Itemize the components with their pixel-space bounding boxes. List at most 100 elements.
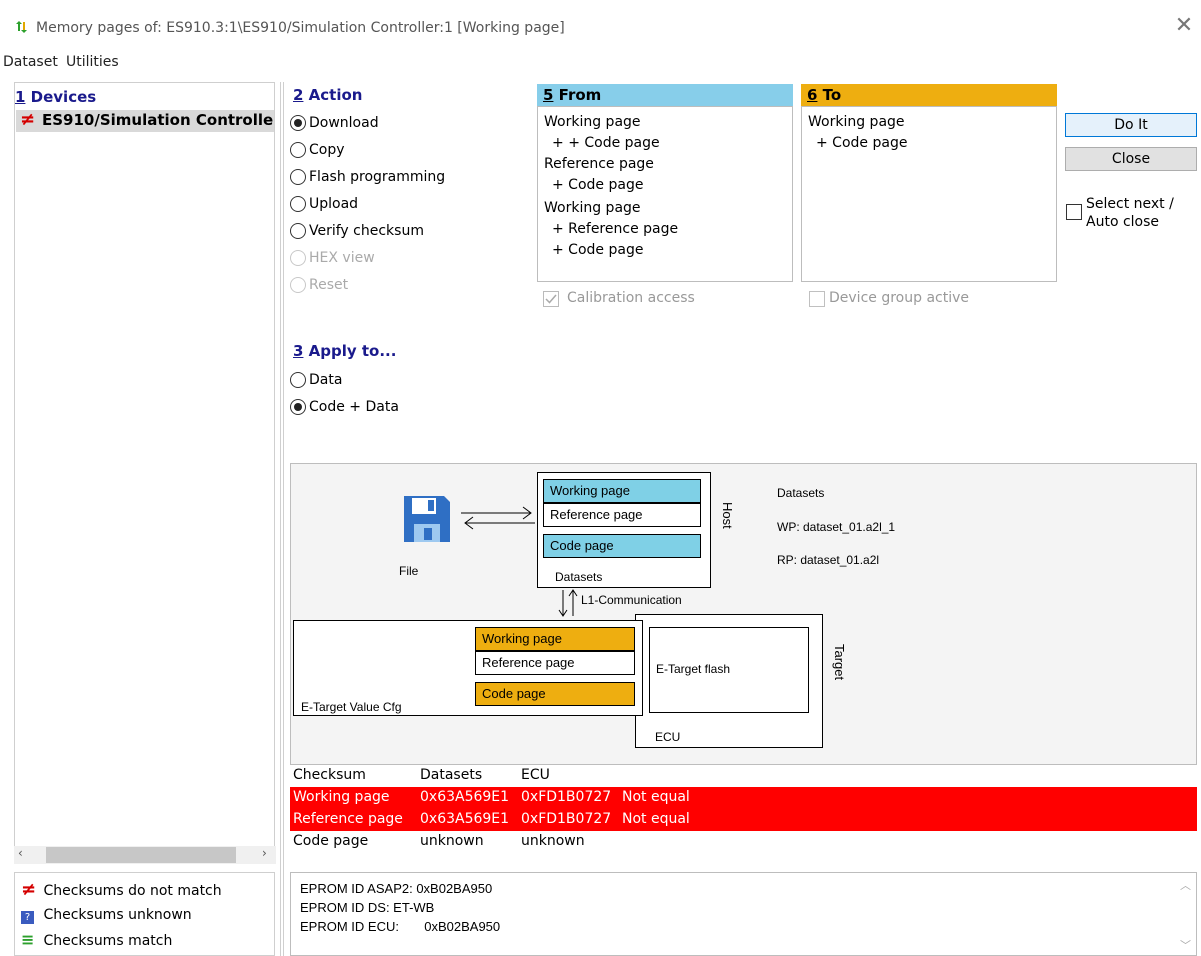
ecu-reference-page: Reference page: [475, 651, 635, 675]
menu-bar: Dataset Utilities: [0, 50, 1201, 74]
from-item[interactable]: + + Code page: [552, 135, 660, 151]
to-item[interactable]: + Code page: [816, 135, 907, 151]
action-copy-radio[interactable]: Copy: [290, 142, 345, 158]
apply-data-radio[interactable]: Data: [290, 372, 342, 388]
radio-disabled-icon: [290, 250, 306, 266]
menu-dataset[interactable]: Dataset: [3, 54, 58, 70]
col-datasets: Datasets: [420, 767, 483, 783]
radio-disabled-icon: [290, 277, 306, 293]
action-download-radio[interactable]: Download: [290, 115, 379, 131]
to-list[interactable]: Working page + Code page: [801, 106, 1057, 282]
col-checksum: Checksum: [293, 767, 366, 783]
to-heading: 6 To: [801, 84, 1057, 106]
devices-heading: 1 Devices: [15, 88, 97, 106]
action-flash-radio[interactable]: Flash programming: [290, 169, 445, 185]
apply-heading: 3 Apply to...: [293, 342, 397, 360]
datasets-title: Datasets: [777, 486, 825, 500]
communication-arrows-icon: [558, 589, 578, 617]
action-upload-radio[interactable]: Upload: [290, 196, 358, 212]
from-item[interactable]: + Reference page: [552, 221, 678, 237]
host-label: Host: [720, 502, 735, 529]
to-item[interactable]: Working page: [808, 114, 905, 130]
checksum-header-row: Checksum Datasets ECU: [290, 765, 1197, 787]
host-code-page: Code page: [543, 534, 701, 558]
radio-icon[interactable]: [290, 196, 306, 212]
table-row[interactable]: Reference page 0x63A569E1 0xFD1B0727 Not…: [290, 809, 1197, 831]
device-item[interactable]: ≠ ES910/Simulation Controller: [16, 110, 274, 132]
from-heading: 5 From: [537, 84, 793, 106]
radio-selected-icon[interactable]: [290, 399, 306, 415]
scroll-down-icon[interactable]: ﹀: [1180, 937, 1191, 953]
host-reference-page: Reference page: [543, 503, 701, 527]
checksum-legend: ≠ Checksums do not match ? Checksums unk…: [14, 872, 275, 956]
etarget-value-label: E-Target Value Cfg: [301, 700, 402, 714]
host-datasets-caption: Datasets: [555, 570, 603, 584]
apply-codedata-radio[interactable]: Code + Data: [290, 399, 399, 415]
from-item[interactable]: Reference page: [544, 156, 654, 172]
col-ecu: ECU: [521, 767, 550, 783]
legend-not-match: ≠ Checksums do not match: [21, 879, 222, 900]
host-working-page: Working page: [543, 479, 701, 503]
etarget-flash-label: E-Target flash: [656, 662, 731, 676]
eprom-asap2: EPROM ID ASAP2: 0xB02BA950: [300, 881, 493, 896]
do-it-button[interactable]: Do It: [1065, 113, 1197, 137]
not-equal-icon: ≠: [21, 879, 37, 900]
radio-icon[interactable]: [290, 142, 306, 158]
scroll-thumb[interactable]: [46, 847, 236, 863]
memory-diagram: File Working page Reference page Code pa…: [290, 463, 1197, 765]
ecu-working-page: Working page: [475, 627, 635, 651]
from-item[interactable]: Working page: [544, 114, 641, 130]
scroll-up-icon[interactable]: ︿: [1180, 877, 1191, 893]
action-hexview-radio: HEX view: [290, 250, 375, 266]
checksum-table: Checksum Datasets ECU Working page 0x63A…: [290, 765, 1197, 855]
checksum-mismatch-icon: ≠: [20, 109, 36, 130]
from-item[interactable]: + Code page: [552, 177, 643, 193]
action-verify-radio[interactable]: Verify checksum: [290, 223, 424, 239]
devices-hscrollbar[interactable]: ‹ ›: [14, 846, 276, 864]
eprom-ecu: EPROM ID ECU: 0xB02BA950: [300, 919, 501, 934]
floppy-disk-icon: [404, 496, 450, 542]
calibration-access-label: Calibration access: [567, 290, 695, 306]
device-group-label: Device group active: [829, 290, 969, 306]
target-label: Target: [832, 644, 847, 681]
l1-communication-label: L1-Communication: [581, 593, 682, 607]
radio-selected-icon[interactable]: [290, 115, 306, 131]
legend-match: ≡ Checksums match: [21, 930, 173, 950]
calibration-access-checkbox: [543, 291, 559, 307]
ecu-code-page: Code page: [475, 682, 635, 706]
scroll-left-icon[interactable]: ‹: [18, 846, 23, 860]
table-row[interactable]: Working page 0x63A569E1 0xFD1B0727 Not e…: [290, 787, 1197, 809]
from-item[interactable]: + Code page: [552, 242, 643, 258]
panel-splitter[interactable]: [280, 82, 284, 956]
select-next-label: Select next / Auto close: [1086, 196, 1174, 230]
file-label: File: [399, 564, 419, 578]
devices-panel: 1 Devices ≠ ES910/Simulation Controller: [14, 82, 275, 864]
question-icon: ?: [21, 911, 34, 924]
checkmark-icon: [545, 294, 557, 304]
close-button[interactable]: Close: [1065, 147, 1197, 171]
rp-dataset: RP: dataset_01.a2l: [777, 553, 880, 567]
eprom-ds: EPROM ID DS: ET-WB: [300, 900, 435, 915]
menu-utilities[interactable]: Utilities: [66, 54, 119, 70]
close-icon[interactable]: ✕: [1172, 14, 1196, 38]
legend-unknown: ? Checksums unknown: [21, 907, 192, 924]
table-row[interactable]: Code page unknown unknown: [290, 831, 1197, 853]
device-group-checkbox: [809, 291, 825, 307]
from-list[interactable]: Working page + + Code page Reference pag…: [537, 106, 793, 282]
action-reset-radio: Reset: [290, 277, 348, 293]
transfer-arrows-icon: [461, 506, 535, 530]
title-bar: Memory pages of: ES910.3:1\ES910/Simulat…: [0, 0, 1201, 46]
wp-dataset: WP: dataset_01.a2l_1: [777, 520, 896, 534]
ecu-label: ECU: [655, 730, 681, 744]
scroll-right-icon[interactable]: ›: [262, 846, 267, 860]
select-next-checkbox[interactable]: [1066, 204, 1082, 220]
radio-icon[interactable]: [290, 372, 306, 388]
radio-icon[interactable]: [290, 223, 306, 239]
memory-pages-icon: [16, 21, 27, 33]
equal-icon: ≡: [21, 930, 35, 949]
from-item[interactable]: Working page: [544, 200, 641, 216]
eprom-info-box: EPROM ID ASAP2: 0xB02BA950 EPROM ID DS: …: [290, 872, 1197, 956]
action-heading: 2 Action: [293, 86, 363, 104]
radio-icon[interactable]: [290, 169, 306, 185]
window-title: Memory pages of: ES910.3:1\ES910/Simulat…: [36, 20, 565, 36]
